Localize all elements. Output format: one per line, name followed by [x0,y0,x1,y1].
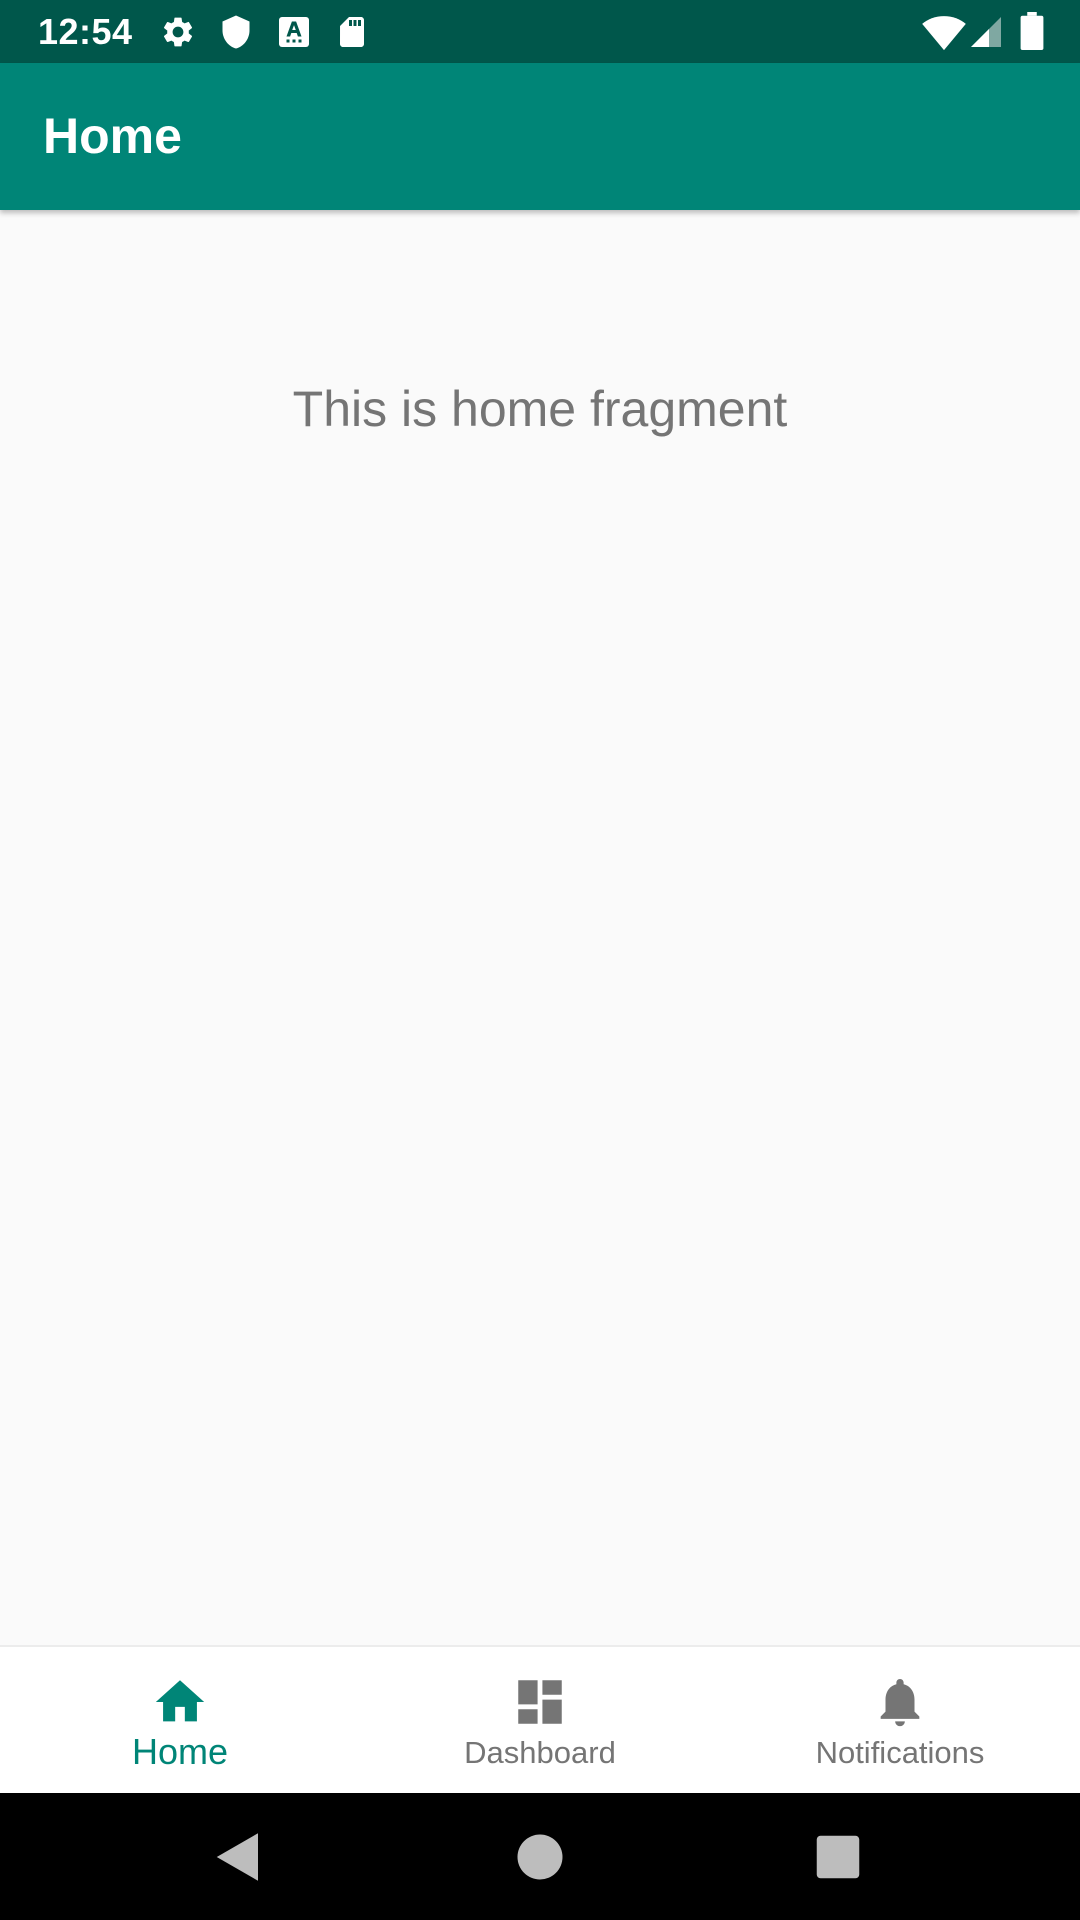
app-bar: Home [0,63,1080,210]
home-circle-icon[interactable] [510,1827,570,1887]
battery-icon [1020,12,1044,50]
keyboard-a-icon [279,17,309,47]
nav-item-dashboard[interactable]: Dashboard [360,1647,720,1795]
home-icon [155,1680,205,1722]
nav-label-dashboard: Dashboard [464,1735,616,1770]
dashboard-icon [518,1680,562,1724]
status-time: 12:54 [38,11,133,52]
recents-icon[interactable] [808,1827,868,1887]
bottom-navigation: Home Dashboard Notifications [0,1645,1080,1795]
screen: 12:54 Home This is home fragment Home Da… [0,0,1080,1920]
app-bar-title: Home [43,108,182,164]
cell-signal-icon [971,17,1001,47]
back-icon[interactable] [208,1827,268,1887]
nav-label-home: Home [131,1731,229,1772]
nav-label-notifications: Notifications [815,1735,985,1770]
sd-card-icon [340,17,364,47]
fragment-text: This is home fragment [292,381,788,437]
system-navigation-bar [0,1793,1080,1920]
shield-icon [222,15,250,49]
wifi-icon [922,16,966,51]
nav-item-notifications[interactable]: Notifications [720,1647,1080,1795]
settings-icon [163,17,193,47]
main-content: This is home fragment [0,210,1080,1645]
status-bar: 12:54 [0,0,1080,63]
nav-item-home[interactable]: Home [0,1647,360,1795]
bell-icon [880,1679,920,1727]
